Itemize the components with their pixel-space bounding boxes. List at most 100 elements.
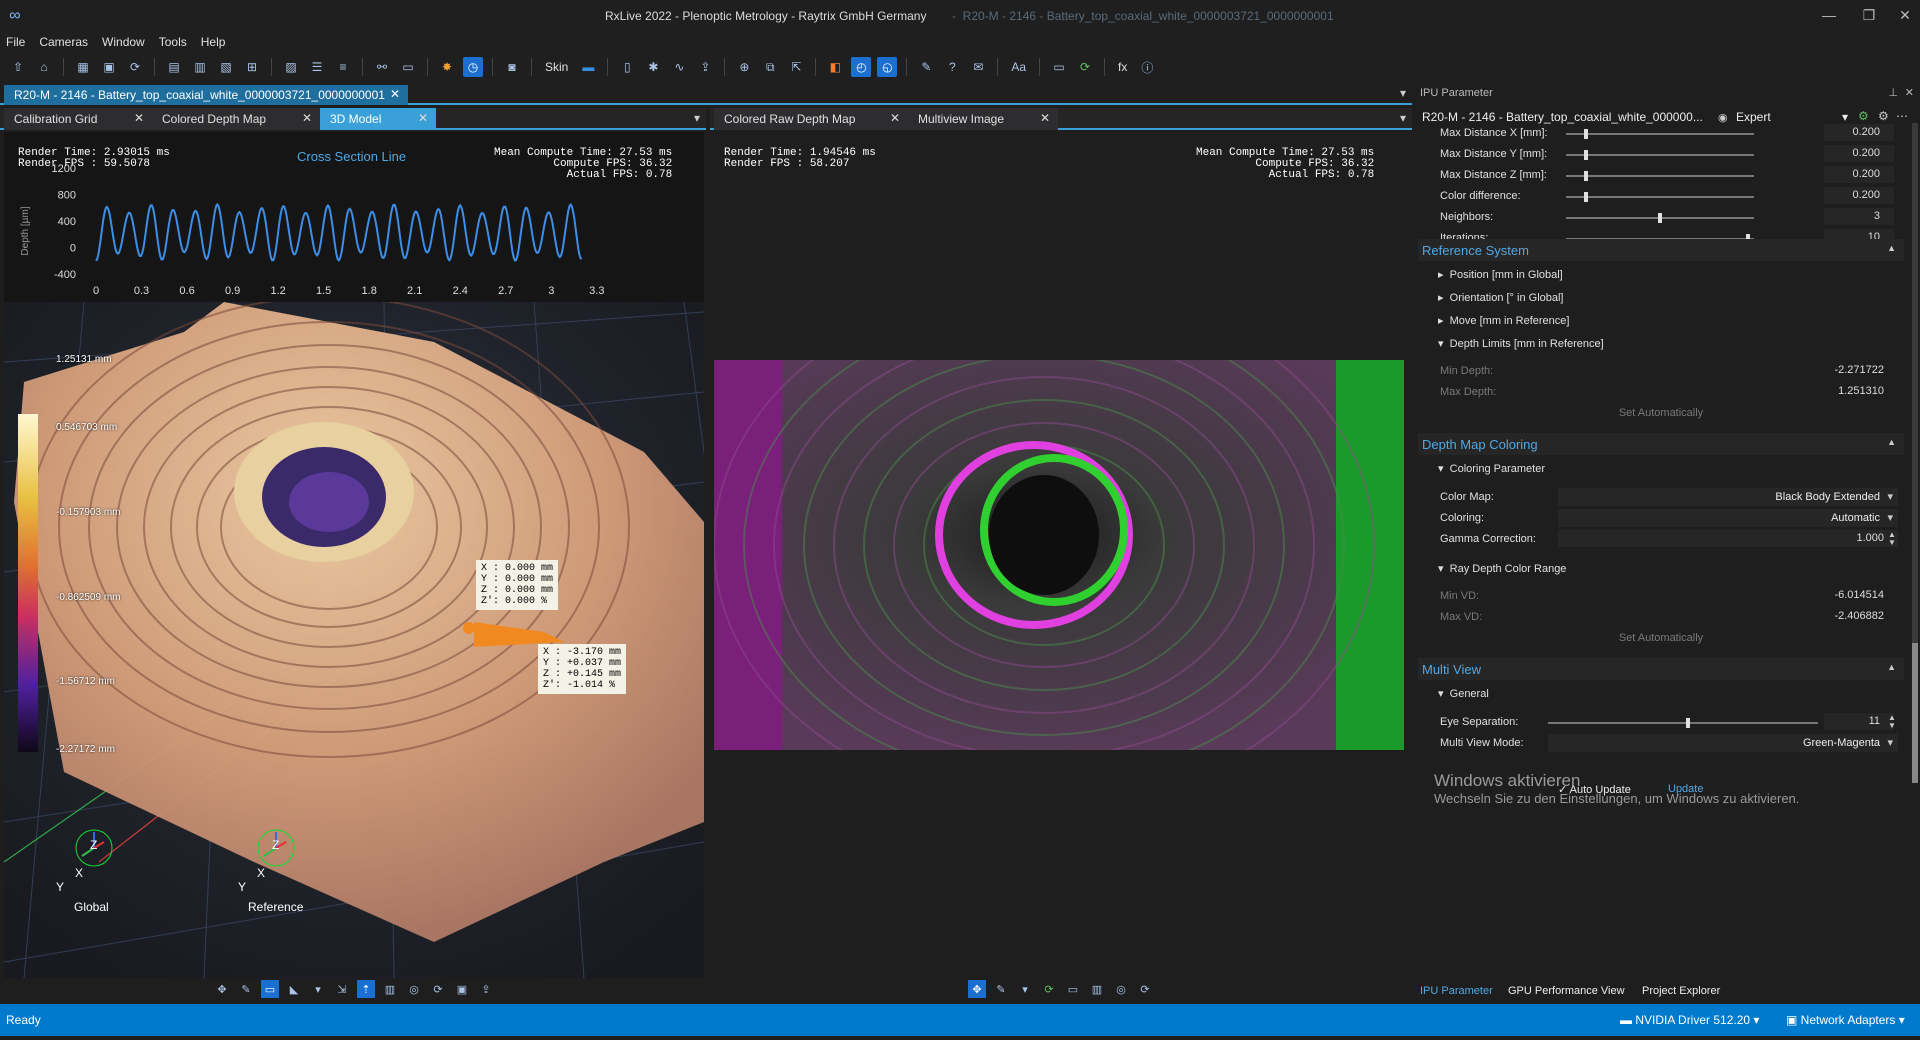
pin-icon[interactable]: ⊥	[1888, 86, 1898, 99]
max-vd-field[interactable]: -2.406882	[1558, 608, 1898, 625]
close-icon[interactable]: ✕	[302, 111, 312, 125]
tab-multiview-image[interactable]: Multiview Image ✕	[908, 108, 1058, 130]
colored-raw-depth-map-view[interactable]: Render Time: 1.94546 ms Render FPS : 58.…	[710, 132, 1412, 978]
tab-ipu-parameter[interactable]: IPU Parameter	[1420, 985, 1493, 997]
copy-view-icon[interactable]: ⧉	[760, 57, 780, 77]
snapshot-icon[interactable]: ▣	[453, 980, 471, 998]
menu-tools[interactable]: Tools	[159, 35, 187, 49]
param-value[interactable]: 3	[1824, 208, 1894, 225]
menu-window[interactable]: Window	[102, 35, 145, 49]
close-icon[interactable]: ✕	[890, 111, 900, 125]
clock-icon[interactable]: ◷	[463, 57, 483, 77]
list-icon[interactable]: ☰	[307, 57, 327, 77]
minimize-button[interactable]: —	[1814, 4, 1844, 26]
image-icon[interactable]: ▣	[99, 57, 119, 77]
collapse-icon[interactable]: ▲	[1887, 437, 1896, 447]
page-icon[interactable]: ▯	[617, 57, 637, 77]
snapshot-icon[interactable]: ◙	[502, 57, 522, 77]
param-value[interactable]: 0.200	[1824, 145, 1894, 162]
set-automatically-button[interactable]: Set Automatically	[1418, 407, 1904, 419]
select-icon[interactable]: ▭	[261, 980, 279, 998]
update-button[interactable]: Update	[1668, 783, 1703, 795]
min-vd-field[interactable]: -6.014514	[1558, 587, 1898, 604]
chevron-down-icon[interactable]: ▾	[1016, 980, 1034, 998]
param-value[interactable]: 0.200	[1824, 166, 1894, 183]
histogram-icon[interactable]: ▥	[381, 980, 399, 998]
histogram-icon[interactable]: ▥	[1088, 980, 1106, 998]
info-icon[interactable]: ⓘ	[1137, 57, 1157, 77]
move-icon[interactable]: ✥	[968, 980, 986, 998]
tab-project-explorer[interactable]: Project Explorer	[1642, 985, 1720, 997]
settings-icon[interactable]: ✱	[643, 57, 663, 77]
chevron-down-icon[interactable]: ▾	[694, 111, 700, 125]
save-icon[interactable]: ▤	[164, 57, 184, 77]
help-icon[interactable]: ?	[942, 57, 962, 77]
max-depth-field[interactable]: 1.251310	[1558, 383, 1898, 400]
set-automatically-button[interactable]: Set Automatically	[1418, 632, 1904, 644]
edit-icon[interactable]: ⇲	[333, 980, 351, 998]
link-icon[interactable]: ⚯	[372, 57, 392, 77]
driver-status[interactable]: ▬ NVIDIA Driver 512.20 ▾	[1620, 1013, 1759, 1027]
slider-knob[interactable]	[1658, 213, 1662, 223]
palette-icon[interactable]: ▬	[578, 57, 598, 77]
section-multi-view[interactable]: Multi View ▲	[1418, 658, 1904, 680]
camera-selector[interactable]: R20-M - 2146 - Battery_top_coaxial_white…	[1422, 110, 1703, 124]
gear-icon[interactable]: ✸	[437, 57, 457, 77]
measure-icon[interactable]: ◣	[285, 980, 303, 998]
new-view-icon[interactable]: ⊕	[734, 57, 754, 77]
scrollbar[interactable]	[1912, 123, 1918, 783]
close-icon[interactable]: ✕	[418, 111, 428, 125]
gamma-field[interactable]: 1.000	[1558, 530, 1898, 547]
close-icon[interactable]: ✕	[1040, 111, 1050, 125]
chevron-down-icon[interactable]: ▾	[1400, 86, 1406, 100]
document-tab[interactable]: R20-M - 2146 - Battery_top_coaxial_white…	[4, 85, 408, 105]
stepper-icon[interactable]: ▲ ▼	[1888, 531, 1896, 547]
color-map-dropdown[interactable]: Black Body Extended	[1558, 488, 1898, 506]
tab-colored-depth-map[interactable]: Colored Depth Map ✕	[152, 108, 320, 130]
maximize-button[interactable]: ❐	[1854, 4, 1884, 26]
slider-knob[interactable]	[1686, 718, 1691, 728]
chevron-down-icon[interactable]: ▾	[309, 980, 327, 998]
camera-settings-icon[interactable]: ▨	[281, 57, 301, 77]
general-group[interactable]: ▾ General	[1438, 687, 1489, 700]
grid-icon[interactable]: ▦	[73, 57, 93, 77]
refresh-icon[interactable]: ⟳	[1040, 980, 1058, 998]
tab-calibration-grid[interactable]: Calibration Grid ✕	[4, 108, 152, 130]
pin-icon[interactable]: ⇧	[8, 57, 28, 77]
tab-colored-raw-depth-map[interactable]: Colored Raw Depth Map ✕	[714, 108, 908, 130]
ref-item-depth-limits[interactable]: ▾ Depth Limits [mm in Reference]	[1438, 337, 1604, 350]
upload-icon[interactable]: ⇪	[695, 57, 715, 77]
3d-model-view[interactable]: Render Time: 2.93015 ms Render FPS : 59.…	[4, 132, 704, 978]
param-value[interactable]: 0.200	[1824, 187, 1894, 204]
sync-icon[interactable]: ⟳	[1136, 980, 1154, 998]
ref-item-orientation[interactable]: ▸ Orientation [° in Global]	[1438, 291, 1564, 304]
section-reference-system[interactable]: Reference System ▲	[1418, 239, 1904, 261]
globe-icon[interactable]: ◎	[1112, 980, 1130, 998]
network-status[interactable]: ▣ Network Adapters ▾	[1786, 1013, 1905, 1027]
ref-item-position[interactable]: ▸ Position [mm in Global]	[1438, 268, 1563, 281]
tab-3d-model[interactable]: 3D Model ✕	[320, 108, 436, 130]
refresh-icon[interactable]: ⟳	[429, 980, 447, 998]
picker-icon[interactable]: ✎	[992, 980, 1010, 998]
timer-icon[interactable]: ◴	[851, 57, 872, 77]
param-slider[interactable]	[1566, 213, 1754, 223]
param-slider[interactable]	[1566, 129, 1754, 139]
close-icon[interactable]: ✕	[134, 111, 144, 125]
param-slider[interactable]	[1566, 150, 1754, 160]
coloring-parameter-group[interactable]: ▾ Coloring Parameter	[1438, 462, 1545, 475]
menu-help[interactable]: Help	[201, 35, 226, 49]
slider-knob[interactable]	[1584, 192, 1589, 202]
multi-view-mode-dropdown[interactable]: Green-Magenta	[1548, 734, 1898, 752]
list-options-icon[interactable]: ≡	[333, 57, 353, 77]
param-slider[interactable]	[1566, 171, 1754, 181]
auto-update-checkbox[interactable]: ✓ Auto Update	[1558, 783, 1631, 796]
close-button[interactable]: ✕	[1890, 4, 1920, 26]
home-icon[interactable]: ⌂	[34, 57, 54, 77]
menu-file[interactable]: File	[6, 35, 25, 49]
chevron-down-icon[interactable]: ▾	[1400, 111, 1406, 125]
close-icon[interactable]: ✕	[1905, 86, 1914, 99]
min-depth-field[interactable]: -2.271722	[1558, 362, 1898, 379]
stepper-icon[interactable]: ▲ ▼	[1888, 714, 1896, 730]
ref-item-move[interactable]: ▸ Move [mm in Reference]	[1438, 314, 1569, 327]
param-value[interactable]: 0.200	[1824, 124, 1894, 141]
